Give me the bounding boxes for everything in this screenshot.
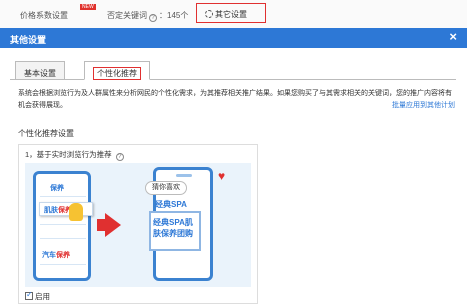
dialog-header: 其他设置 × [0,28,467,48]
apply-to-other-plans-link[interactable]: 批量应用到其他计划 [392,100,455,110]
other-settings-button[interactable]: 其它设置 [196,3,266,23]
new-badge: NEW [80,4,96,10]
illus-spa-label: 经典SPA [155,200,187,209]
illus-label-car-maintenance: 汽车保养 [42,250,70,260]
toolbar: 价格系数设置 NEW 否定关键词? ：145个 其它设置 [0,0,467,28]
panel-title: 1，基于实时浏览行为推荐 ? [25,149,126,161]
tab-basic-settings[interactable]: 基本设置 [15,61,65,80]
negative-keywords-link[interactable]: 否定关键词? ：145个 [107,10,188,22]
gear-icon [205,10,213,18]
panel-help-icon[interactable]: ? [115,153,124,161]
illus-label-care: 保养 [56,252,70,259]
illus-chip-skin: 肌肤 [44,207,58,214]
enable-label: 启用 [35,292,50,301]
heart-icon: ♥ [218,169,226,183]
tab-personalized-label: 个性化推荐 [93,67,141,80]
help-icon[interactable]: ? [149,14,157,22]
hand-pointer-icon [69,203,83,221]
illus-ad-card: 经典SPA肌肤保养团购 [149,211,201,251]
negative-keywords-count: ：145个 [159,11,189,20]
enable-checkbox[interactable]: 启用 [25,290,50,302]
illus-label-maintenance: 保养 [50,185,64,192]
left-phone-illustration: 保养 肌肤保养 汽车保养 [33,171,93,281]
illus-label-car: 汽车 [42,252,56,259]
other-settings-dialog: 其他设置 × 基本设置 个性化推荐 系统会根据浏览行为及人群属性来分析网民的个性… [0,28,467,308]
bid-settings-link[interactable]: 价格系数设置 [20,10,68,21]
phone-notch [176,174,192,177]
other-settings-label: 其它设置 [215,10,247,19]
right-arrow-icon [105,213,121,237]
section-title: 个性化推荐设置 [18,129,74,138]
list-divider [40,238,86,239]
recommendation-panel: 1，基于实时浏览行为推荐 ? 保养 肌肤保养 汽车保养 猜你喜欢 经典SPA 经… [18,144,258,304]
list-divider [40,224,86,225]
dialog-title: 其他设置 [10,35,47,45]
guess-you-like-bubble: 猜你喜欢 [145,181,187,195]
negative-keywords-label: 否定关键词 [107,11,147,20]
close-icon[interactable]: × [449,30,457,44]
illus-chip-skincare: 肌肤保养 [39,202,93,216]
list-divider [40,264,86,265]
checkbox-icon [25,290,33,300]
panel-title-text: 1，基于实时浏览行为推荐 [25,150,112,159]
list-divider [40,196,86,197]
tab-personalized-recommendation[interactable]: 个性化推荐 [84,61,150,80]
settings-tabs: 基本设置 个性化推荐 [10,61,456,80]
recommendation-illustration: 保养 肌肤保养 汽车保养 猜你喜欢 经典SPA 经典SPA肌肤保养团购 ♥ [25,163,251,287]
